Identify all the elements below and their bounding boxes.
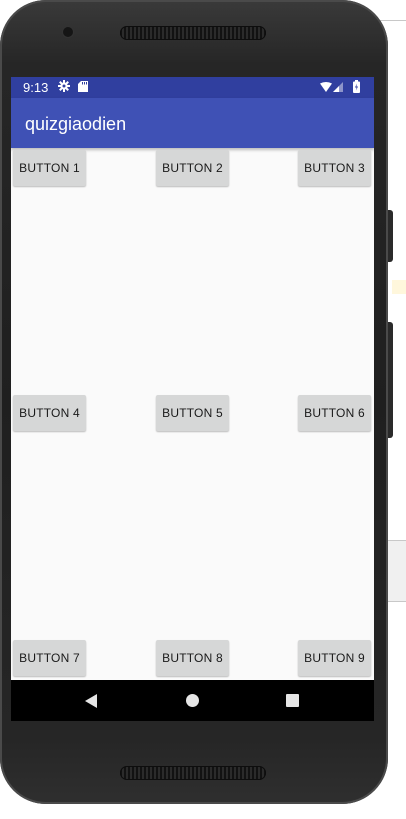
back-icon[interactable] <box>84 693 98 709</box>
signal-icon <box>333 82 343 92</box>
sd-card-icon <box>78 81 88 92</box>
wifi-icon <box>320 82 332 92</box>
button-4[interactable]: BUTTON 4 <box>13 395 86 431</box>
button-9[interactable]: BUTTON 9 <box>298 640 371 676</box>
front-camera <box>63 27 73 37</box>
button-1[interactable]: BUTTON 1 <box>13 150 86 186</box>
button-3[interactable]: BUTTON 3 <box>298 150 371 186</box>
button-6[interactable]: BUTTON 6 <box>298 395 371 431</box>
button-5[interactable]: BUTTON 5 <box>156 395 229 431</box>
recents-icon[interactable] <box>286 694 299 707</box>
button-2[interactable]: BUTTON 2 <box>156 150 229 186</box>
device-screen: 9:13 quizgiaodien BUTTON 1 BUTTON 2 BUTT… <box>11 77 374 721</box>
app-title: quizgiaodien <box>25 114 127 134</box>
bottom-speaker <box>120 766 266 780</box>
phone-frame: 9:13 quizgiaodien BUTTON 1 BUTTON 2 BUTT… <box>0 0 388 804</box>
background-highlight <box>392 280 406 294</box>
power-button <box>388 322 393 438</box>
status-bar: 9:13 <box>11 77 374 98</box>
app-bar: quizgiaodien <box>11 98 374 148</box>
button-7[interactable]: BUTTON 7 <box>13 640 86 676</box>
status-time: 9:13 <box>23 80 49 95</box>
volume-button <box>388 210 393 262</box>
gear-icon <box>58 80 70 92</box>
home-icon[interactable] <box>186 694 199 707</box>
battery-icon <box>353 80 360 93</box>
navigation-bar <box>11 680 374 721</box>
top-speaker <box>120 26 266 40</box>
button-8[interactable]: BUTTON 8 <box>156 640 229 676</box>
